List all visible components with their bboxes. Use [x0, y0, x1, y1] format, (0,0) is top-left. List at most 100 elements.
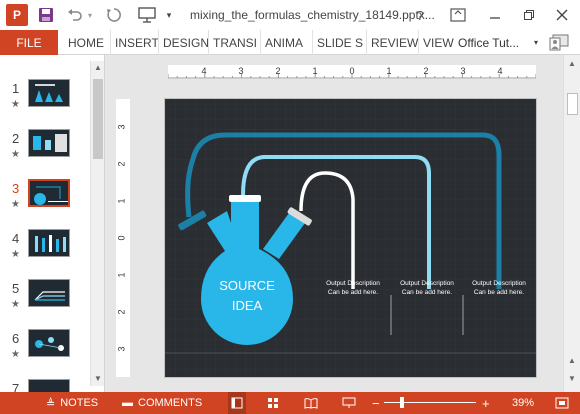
tab-view[interactable]: VIEW	[418, 30, 454, 55]
tab-review[interactable]: REVIEW	[366, 30, 418, 55]
reading-view-icon[interactable]	[302, 392, 320, 414]
tab-file[interactable]: FILE	[0, 30, 58, 55]
customize-toolbar-icon[interactable]: ▾	[164, 4, 174, 26]
scroll-up-icon[interactable]: ▲	[92, 62, 104, 74]
ribbon-display-options-icon[interactable]	[446, 4, 470, 26]
scrollbar-thumb[interactable]	[93, 79, 103, 159]
zoom-in-button[interactable]: +	[482, 392, 490, 414]
zoom-slider-handle[interactable]	[400, 397, 404, 408]
output-1-title: Output Description	[326, 280, 380, 287]
slide-number: 4	[12, 231, 20, 246]
flask-label-line2: IDEA	[232, 298, 263, 313]
slide-canvas[interactable]: SOURCE IDEA Output Description Can be ad…	[165, 99, 536, 377]
title-bar: P ▾ ▾ mixing_the_formulas_chemistry_1814…	[0, 0, 580, 30]
ruler-label: 4	[201, 66, 207, 76]
comments-label: COMMENTS	[138, 397, 203, 409]
document-title: mixing_the_formulas_chemistry_18149.pptx…	[190, 8, 435, 22]
restore-icon[interactable]	[518, 4, 540, 26]
normal-view-icon[interactable]	[228, 392, 246, 414]
account-picture-icon[interactable]	[548, 33, 570, 52]
output-1-text: Can be add here.	[328, 289, 378, 296]
slide-number: 5	[12, 281, 20, 296]
tab-home[interactable]: HOME	[64, 30, 110, 55]
account-name[interactable]: Office Tut...	[458, 30, 519, 55]
animation-star-icon: ★	[11, 149, 20, 160]
animation-star-icon: ★	[11, 299, 20, 310]
powerpoint-app-icon[interactable]: P	[6, 4, 28, 26]
notes-label: NOTES	[60, 397, 99, 409]
notes-button[interactable]: ≜ NOTES	[46, 392, 98, 414]
next-slide-icon[interactable]: ▼	[566, 373, 578, 385]
tab-animations[interactable]: ANIMA	[260, 30, 312, 55]
ruler-label: 3	[116, 124, 127, 130]
tab-slide-show[interactable]: SLIDE S	[312, 30, 366, 55]
ruler-label: 0	[349, 66, 355, 76]
slide-preview	[28, 229, 70, 257]
slide-thumbnail-3[interactable]: 3 ★	[0, 178, 90, 221]
slide-thumbnail-pane: 1 ★ 2 ★ 3 ★ 4 ★ 5 ★ 6 ★ 7 ▲ ▼	[0, 55, 105, 392]
slide-preview	[28, 79, 70, 107]
slide-thumbnail-5[interactable]: 5 ★	[0, 279, 90, 321]
ruler-label: 2	[116, 161, 127, 167]
animation-star-icon: ★	[11, 199, 20, 210]
zoom-slider-track[interactable]	[384, 402, 476, 403]
scroll-down-icon[interactable]: ▼	[92, 373, 104, 385]
account-dropdown-icon[interactable]: ▾	[534, 38, 538, 47]
fit-slide-icon[interactable]	[552, 392, 572, 414]
minimize-icon[interactable]	[484, 4, 506, 26]
redo-icon[interactable]	[105, 4, 123, 26]
tab-design[interactable]: DESIGN	[158, 30, 208, 55]
ruler-label: 1	[312, 66, 318, 76]
output-3-text: Can be add here.	[474, 289, 524, 296]
ruler-label: 1	[116, 272, 127, 278]
ruler-label: 4	[497, 66, 503, 76]
thumbnail-scrollbar[interactable]: ▲ ▼	[90, 61, 104, 386]
slide-preview	[28, 279, 70, 307]
ruler-label: 3	[238, 66, 244, 76]
help-button[interactable]: ?	[410, 4, 430, 26]
slide-thumbnail-2[interactable]: 2 ★	[0, 129, 90, 171]
ruler-label: 1	[386, 66, 392, 76]
slide-thumbnail-6[interactable]: 6 ★	[0, 329, 90, 371]
start-slideshow-icon[interactable]	[136, 4, 158, 26]
undo-icon[interactable]	[66, 4, 84, 26]
slide-thumbnail-4[interactable]: 4 ★	[0, 229, 90, 271]
scroll-up-icon[interactable]: ▲	[566, 58, 578, 70]
slideshow-view-icon[interactable]	[340, 392, 358, 414]
animation-star-icon: ★	[11, 249, 20, 260]
slide-preview	[28, 379, 70, 392]
slide-number: 3	[12, 181, 20, 196]
undo-dropdown-icon[interactable]: ▾	[86, 4, 94, 26]
slide-thumbnail-1[interactable]: 1 ★	[0, 79, 90, 121]
work-area: 1 ★ 2 ★ 3 ★ 4 ★ 5 ★ 6 ★ 7 ▲ ▼ 4 3 2 1 0 …	[0, 55, 580, 392]
slide-number: 7	[12, 381, 20, 392]
slide-vertical-scrollbar[interactable]: ▲ ▲ ▼	[563, 55, 580, 392]
slide-preview	[28, 329, 70, 357]
comments-icon: ▬	[122, 397, 133, 409]
ruler-label: 3	[460, 66, 466, 76]
slide-number: 1	[12, 81, 20, 96]
slide-number: 6	[12, 331, 20, 346]
ruler-label: 0	[116, 235, 127, 241]
close-icon[interactable]	[550, 4, 574, 26]
zoom-out-button[interactable]: −	[372, 392, 380, 414]
save-icon[interactable]	[36, 4, 56, 26]
ruler-label: 1	[116, 198, 127, 204]
output-3-title: Output Description	[472, 280, 526, 287]
flask-label-line1: SOURCE	[219, 278, 275, 293]
output-2-text: Can be add here.	[402, 289, 452, 296]
notes-icon: ≜	[46, 397, 56, 410]
slide-thumbnail-7[interactable]: 7	[0, 379, 90, 392]
zoom-level[interactable]: 39%	[512, 392, 534, 414]
previous-slide-icon[interactable]: ▲	[566, 355, 578, 367]
tab-transitions[interactable]: TRANSI	[208, 30, 260, 55]
ruler-label: 2	[423, 66, 429, 76]
ruler-label: 2	[116, 309, 127, 315]
tab-insert[interactable]: INSERT	[110, 30, 158, 55]
slide-preview	[27, 178, 71, 208]
comments-button[interactable]: ▬ COMMENTS	[122, 392, 202, 414]
scrollbar-thumb[interactable]	[567, 93, 578, 115]
animation-star-icon: ★	[11, 99, 20, 110]
slide-sorter-icon[interactable]	[264, 392, 282, 414]
slide-number: 2	[12, 131, 20, 146]
